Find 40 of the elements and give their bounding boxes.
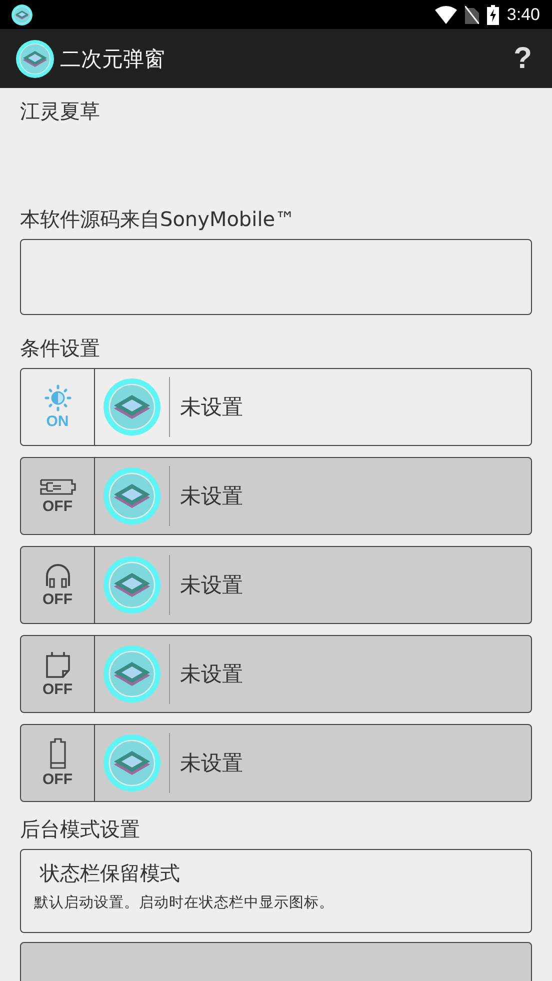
battery-icon	[48, 738, 66, 770]
condition-label: 未设置	[180, 394, 243, 421]
mode-title: 状态栏保留模式	[40, 860, 181, 887]
source-text-field[interactable]	[20, 239, 532, 315]
app-title: 二次元弹窗	[60, 46, 166, 72]
popup-image-icon	[102, 555, 162, 615]
section-title: 条件设置	[20, 335, 101, 362]
condition-row[interactable]: OFF 未设置	[20, 635, 532, 713]
wifi-icon	[434, 6, 457, 24]
condition-row[interactable]: OFF 未设置	[20, 724, 532, 802]
app-notification-icon	[11, 4, 33, 26]
condition-label: 未设置	[180, 483, 243, 510]
state-label: ON	[46, 413, 69, 430]
help-button[interactable]: ?	[510, 42, 536, 76]
popup-image-icon	[102, 644, 162, 704]
state-label: OFF	[42, 591, 72, 608]
popup-image-icon	[102, 377, 162, 437]
app-logo-icon	[15, 38, 55, 78]
condition-row[interactable]: OFF 未设置	[20, 457, 532, 535]
condition-row[interactable]: ON 未设置	[20, 368, 532, 446]
charger-icon	[38, 477, 76, 497]
author-label: 江灵夏草	[20, 98, 101, 125]
popup-image-icon	[102, 733, 162, 793]
state-label: OFF	[42, 681, 72, 698]
condition-label: 未设置	[180, 572, 243, 599]
no-sim-icon	[464, 6, 479, 24]
state-label: OFF	[42, 771, 72, 788]
source-label: 本软件源码来自SonyMobile™	[20, 206, 296, 233]
brightness-icon	[42, 384, 72, 412]
battery-charging-icon	[486, 4, 499, 24]
state-label: OFF	[42, 498, 72, 515]
popup-image-icon	[102, 466, 162, 526]
condition-label: 未设置	[180, 750, 243, 777]
condition-row[interactable]: OFF 未设置	[20, 546, 532, 624]
headphones-icon	[44, 562, 72, 590]
mode-option[interactable]: 状态栏保留模式 默认启动设置。启动时在状态栏中显示图标。	[20, 849, 532, 933]
condition-label: 未设置	[180, 661, 243, 688]
mode-description: 默认启动设置。启动时在状态栏中显示图标。	[34, 894, 335, 912]
section-title: 后台模式设置	[20, 816, 141, 843]
clock-time: 3:40	[506, 4, 540, 24]
